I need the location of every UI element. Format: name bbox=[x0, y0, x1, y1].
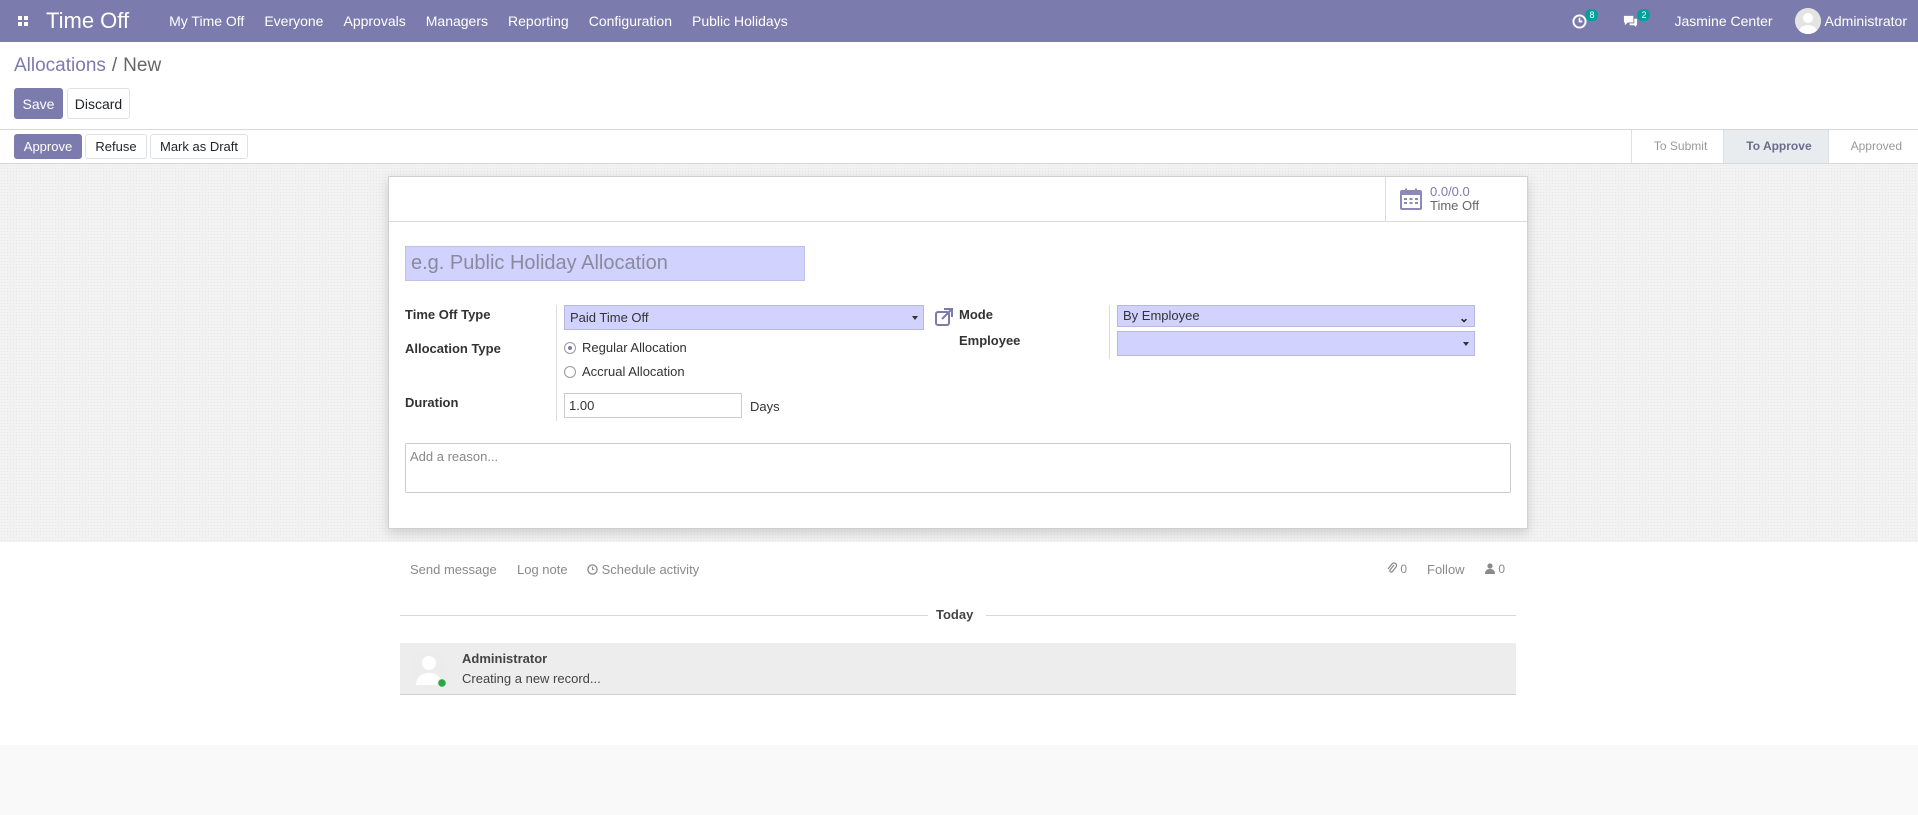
time-off-type-label: Time Off Type bbox=[405, 307, 491, 322]
user-menu[interactable]: Administrator bbox=[1784, 0, 1918, 42]
messaging-menu[interactable]: 2 bbox=[1611, 0, 1663, 42]
followers-count: 0 bbox=[1498, 562, 1506, 576]
radio-regular-label: Regular Allocation bbox=[582, 340, 687, 355]
chatter-message: Administrator Creating a new record... bbox=[400, 643, 1516, 695]
radio-unchecked bbox=[564, 365, 576, 378]
duration-input[interactable]: 1.00 bbox=[564, 393, 742, 418]
user-name: Administrator bbox=[1824, 13, 1907, 29]
send-message-button[interactable]: Send message bbox=[410, 562, 497, 577]
employee-label: Employee bbox=[959, 333, 1021, 348]
followers-button[interactable]: 0 bbox=[1485, 562, 1505, 576]
radio-checked bbox=[564, 341, 576, 354]
menu-reporting[interactable]: Reporting bbox=[498, 0, 579, 42]
step-to-approve[interactable]: To Approve bbox=[1723, 130, 1828, 163]
time-off-stat-button[interactable]: 0.0/0.0 Time Off bbox=[1385, 177, 1527, 221]
menu-everyone[interactable]: Everyone bbox=[254, 0, 333, 42]
mark-as-draft-button[interactable]: Mark as Draft bbox=[150, 134, 248, 159]
step-to-submit[interactable]: To Submit bbox=[1630, 130, 1723, 163]
allocation-type-label: Allocation Type bbox=[405, 341, 501, 356]
message-author[interactable]: Administrator bbox=[462, 651, 547, 666]
log-note-button[interactable]: Log note bbox=[517, 562, 568, 577]
mode-label: Mode bbox=[959, 307, 993, 322]
systray: 8 2 Jasmine Center Administrator bbox=[1561, 0, 1918, 42]
mode-select[interactable]: By Employee ⌄ bbox=[1117, 305, 1475, 327]
attachments-button[interactable]: 0 bbox=[1387, 562, 1407, 576]
time-off-type-value: Paid Time Off bbox=[570, 310, 649, 325]
time-off-type-select[interactable]: Paid Time Off bbox=[564, 305, 924, 330]
breadcrumb: Allocations / New bbox=[14, 55, 161, 77]
online-status-dot bbox=[436, 677, 448, 689]
date-divider-right bbox=[986, 615, 1516, 616]
attachments-count: 0 bbox=[1400, 562, 1408, 576]
duration-label: Duration bbox=[405, 395, 459, 410]
right-group-separator bbox=[1109, 305, 1110, 359]
breadcrumb-current: New bbox=[123, 55, 162, 76]
date-divider-left bbox=[400, 615, 928, 616]
form-sheet: 0.0/0.0 Time Off e.g. Public Holiday All… bbox=[388, 176, 1528, 529]
radio-accrual-label: Accrual Allocation bbox=[582, 364, 685, 379]
company-switcher[interactable]: Jasmine Center bbox=[1663, 0, 1783, 42]
paperclip-icon bbox=[1387, 562, 1398, 573]
radio-accrual-allocation[interactable]: Accrual Allocation bbox=[564, 364, 685, 379]
stat-label: Time Off bbox=[1430, 198, 1480, 213]
breadcrumb-allocations[interactable]: Allocations bbox=[14, 55, 106, 76]
date-separator: Today bbox=[936, 607, 974, 622]
message-avatar[interactable] bbox=[412, 649, 448, 689]
app-title[interactable]: Time Off bbox=[46, 8, 147, 34]
allocation-name-input[interactable]: e.g. Public Holiday Allocation bbox=[405, 246, 805, 281]
dropdown-caret-icon bbox=[1463, 342, 1469, 346]
user-avatar bbox=[1794, 8, 1821, 34]
reason-textarea[interactable]: Add a reason... bbox=[405, 443, 1511, 493]
menu-my-time-off[interactable]: My Time Off bbox=[159, 0, 254, 42]
apps-menu-icon[interactable] bbox=[0, 0, 46, 42]
discard-button[interactable]: Discard bbox=[67, 88, 130, 119]
chevron-down-icon: ⌄ bbox=[1458, 311, 1469, 325]
clock-icon bbox=[587, 564, 598, 575]
status-steps: To Submit To Approve Approved bbox=[1630, 130, 1918, 163]
activity-menu[interactable]: 8 bbox=[1561, 0, 1611, 42]
breadcrumb-separator: / bbox=[111, 55, 118, 76]
button-box: 0.0/0.0 Time Off bbox=[389, 177, 1527, 222]
user-icon bbox=[1485, 563, 1495, 574]
employee-select[interactable] bbox=[1117, 331, 1475, 356]
menu-configuration[interactable]: Configuration bbox=[579, 0, 682, 42]
follow-button[interactable]: Follow bbox=[1427, 562, 1465, 577]
duration-unit: Days bbox=[750, 399, 780, 414]
left-group-separator bbox=[556, 305, 557, 421]
step-approved[interactable]: Approved bbox=[1827, 130, 1918, 163]
approve-button[interactable]: Approve bbox=[14, 134, 82, 159]
chatter: Send message Log note Schedule activity … bbox=[0, 542, 1918, 745]
menu-public-holidays[interactable]: Public Holidays bbox=[682, 0, 798, 42]
menu-approvals[interactable]: Approvals bbox=[333, 0, 415, 42]
page-footer-background bbox=[0, 745, 1918, 815]
dropdown-caret-icon bbox=[912, 316, 918, 320]
top-navbar: Time Off My Time Off Everyone Approvals … bbox=[0, 0, 1918, 42]
save-button[interactable]: Save bbox=[14, 88, 63, 119]
refuse-button[interactable]: Refuse bbox=[85, 134, 147, 159]
statusbar: Approve Refuse Mark as Draft To Submit T… bbox=[0, 130, 1918, 164]
main-menu: My Time Off Everyone Approvals Managers … bbox=[159, 0, 798, 42]
activity-badge: 8 bbox=[1585, 9, 1599, 21]
mode-value: By Employee bbox=[1123, 308, 1200, 323]
stat-value: 0.0/0.0 bbox=[1430, 184, 1470, 199]
calendar-icon bbox=[1400, 188, 1422, 210]
schedule-activity-label: Schedule activity bbox=[601, 562, 700, 577]
message-body: Creating a new record... bbox=[462, 671, 601, 686]
menu-managers[interactable]: Managers bbox=[416, 0, 498, 42]
control-panel: Allocations / New Save Discard bbox=[0, 42, 1918, 130]
chatter-topbar: Send message Log note Schedule activity … bbox=[400, 562, 1516, 582]
messaging-badge: 2 bbox=[1637, 9, 1651, 21]
external-link-icon[interactable] bbox=[934, 307, 954, 327]
radio-regular-allocation[interactable]: Regular Allocation bbox=[564, 340, 687, 355]
schedule-activity-button[interactable]: Schedule activity bbox=[587, 562, 699, 577]
